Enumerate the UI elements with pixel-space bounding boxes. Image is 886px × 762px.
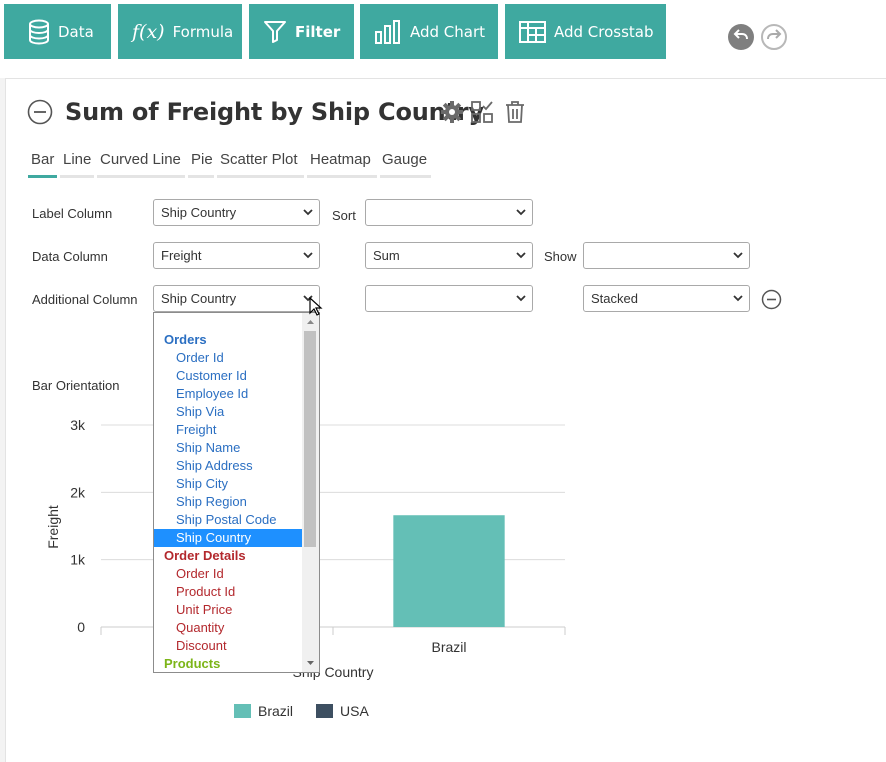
dropdown-group-header: Products — [164, 656, 221, 671]
dropdown-option[interactable]: Ship Region — [154, 493, 302, 511]
legend-swatch — [316, 704, 333, 718]
dropdown-option[interactable]: Ship Postal Code — [154, 511, 302, 529]
dropdown-option[interactable]: Employee Id — [154, 385, 302, 403]
dropdown-option[interactable]: Ship City — [154, 475, 302, 493]
dropdown-scrollbar[interactable] — [302, 313, 319, 672]
dropdown-option[interactable]: Ship Name — [154, 439, 302, 457]
legend-item-usa[interactable]: USA — [316, 703, 369, 719]
x-tick-label: Brazil — [431, 639, 466, 655]
legend-item-brazil[interactable]: Brazil — [234, 703, 293, 719]
legend-label: USA — [340, 703, 369, 719]
y-tick-label: 2k — [70, 484, 86, 500]
y-tick-label: 1k — [70, 552, 86, 568]
dropdown-option[interactable]: Ship Address — [154, 457, 302, 475]
mouse-cursor-icon — [309, 297, 323, 316]
dropdown-group-header: Order Details — [164, 548, 246, 563]
dropdown-option[interactable]: Quantity — [154, 619, 302, 637]
dropdown-option[interactable]: Product Id — [154, 583, 302, 601]
bar — [393, 515, 505, 627]
dropdown-option[interactable]: Ship Via — [154, 403, 302, 421]
y-tick-label: 3k — [70, 417, 86, 433]
dropdown-group-header: Orders — [164, 332, 207, 347]
dropdown-option[interactable]: Unit Price — [154, 601, 302, 619]
scroll-up-icon — [307, 320, 314, 324]
dropdown-option[interactable]: Customer Id — [154, 367, 302, 385]
scrollbar-thumb[interactable] — [304, 331, 316, 547]
scroll-down-icon — [307, 661, 314, 665]
legend-swatch — [234, 704, 251, 718]
dropdown-option[interactable]: Discount — [154, 637, 302, 655]
dropdown-option[interactable]: Order Id — [154, 349, 302, 367]
legend-label: Brazil — [258, 703, 294, 719]
y-tick-label: 0 — [77, 619, 85, 635]
y-axis-title: Freight — [45, 505, 61, 549]
dropdown-option[interactable]: Order Id — [154, 565, 302, 583]
bar-chart: 0 1k 2k 3k Brazil Freight Ship Country — [45, 417, 566, 680]
column-dropdown-list[interactable]: Discount Quantity Unit Price Product Id Orde… — [153, 312, 320, 673]
dropdown-option[interactable]: Ship Country — [154, 529, 302, 547]
dropdown-option[interactable]: Freight — [154, 421, 302, 439]
